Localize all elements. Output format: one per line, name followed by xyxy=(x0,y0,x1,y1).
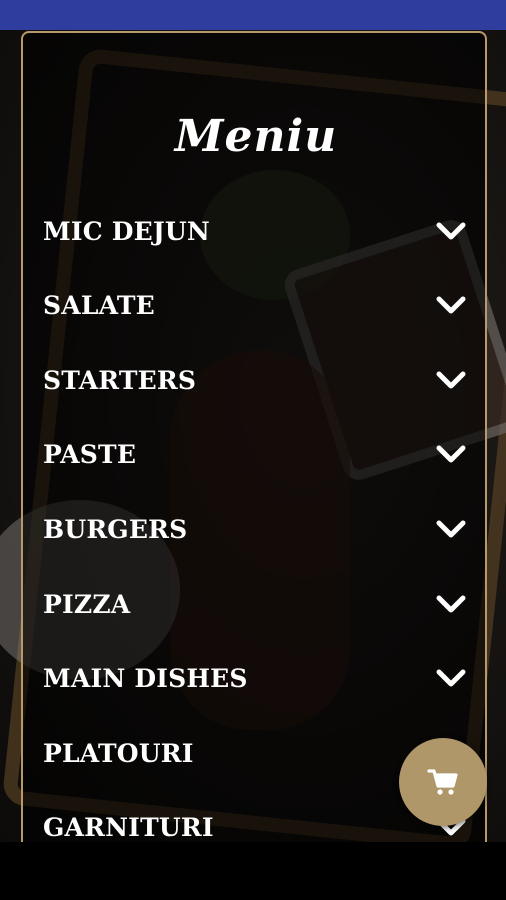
cart-icon xyxy=(427,769,458,795)
chevron-down-icon[interactable] xyxy=(433,660,469,696)
menu-item-paste[interactable]: PASTE xyxy=(23,424,489,484)
menu-item-label: PIZZA xyxy=(43,589,131,619)
cart-button[interactable] xyxy=(399,738,487,826)
chevron-down-icon[interactable] xyxy=(433,362,469,398)
menu-panel: Meniu MIC DEJUN SALATE STARTERS PASTE BU… xyxy=(21,31,487,851)
menu-item-label: PASTE xyxy=(43,439,137,469)
chevron-down-icon[interactable] xyxy=(433,287,469,323)
menu-item-starters[interactable]: STARTERS xyxy=(23,350,489,410)
menu-item-main-dishes[interactable]: MAIN DISHES xyxy=(23,648,489,708)
chevron-down-icon[interactable] xyxy=(433,586,469,622)
chevron-down-icon[interactable] xyxy=(433,213,469,249)
menu-item-salate[interactable]: SALATE xyxy=(23,275,489,335)
menu-item-pizza[interactable]: PIZZA xyxy=(23,574,489,634)
menu-item-label: SALATE xyxy=(43,290,155,320)
menu-item-label: BURGERS xyxy=(43,514,188,544)
chevron-down-icon[interactable] xyxy=(433,436,469,472)
chevron-down-icon[interactable] xyxy=(433,511,469,547)
menu-item-label: MIC DEJUN xyxy=(43,216,210,246)
menu-item-label: MAIN DISHES xyxy=(43,663,248,693)
menu-item-label: STARTERS xyxy=(43,365,197,395)
status-bar xyxy=(0,0,506,30)
menu-item-mic-dejun[interactable]: MIC DEJUN xyxy=(23,201,489,261)
menu-item-label: GARNITURI xyxy=(43,812,214,842)
menu-item-burgers[interactable]: BURGERS xyxy=(23,499,489,559)
menu-title: Meniu xyxy=(174,111,338,162)
menu-item-label: PLATOURI xyxy=(43,738,194,768)
navigation-bar xyxy=(0,842,506,900)
